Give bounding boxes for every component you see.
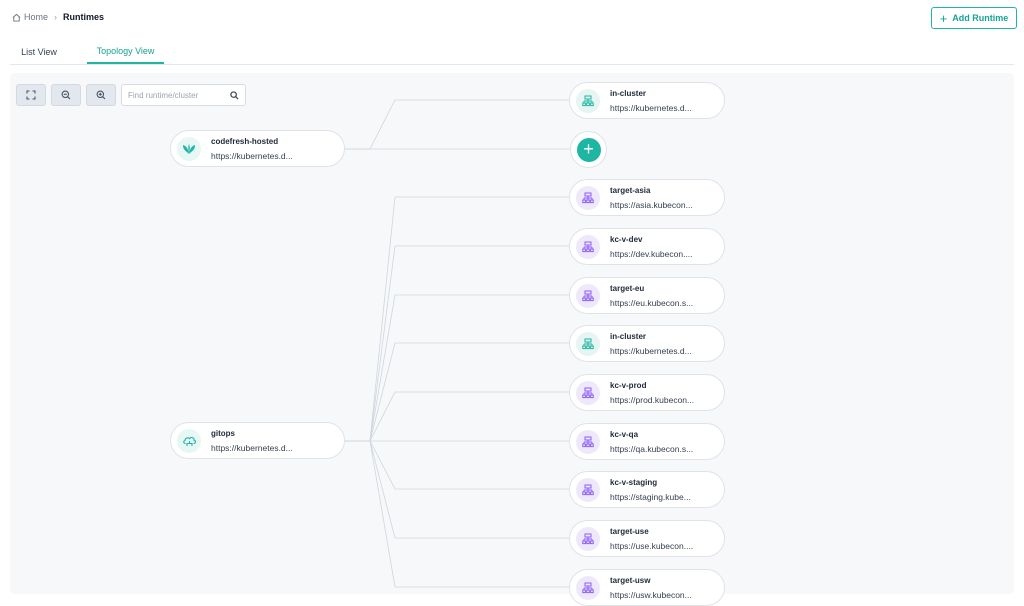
cluster-url: https://kubernetes.d... — [610, 345, 692, 356]
cluster-url: https://kubernetes.d... — [610, 102, 692, 113]
cluster-icon — [576, 234, 600, 259]
top-bar: Home › Runtimes + Add Runtime — [0, 0, 1024, 38]
cluster-node[interactable]: in-cluster https://kubernetes.d... — [569, 82, 725, 119]
search-box — [121, 84, 246, 106]
search-input[interactable] — [128, 90, 228, 100]
cluster-url: https://dev.kubecon.... — [610, 248, 693, 259]
add-runtime-label: Add Runtime — [952, 13, 1009, 23]
breadcrumb: Home › Runtimes — [12, 12, 104, 22]
cluster-node[interactable]: target-usw https://usw.kubecon... — [569, 569, 725, 606]
cluster-name: target-usw — [610, 575, 651, 585]
cluster-url: https://prod.kubecon... — [610, 394, 695, 405]
zoom-in-button[interactable] — [86, 84, 116, 106]
zoom-out-icon — [61, 90, 71, 100]
cluster-url: https://eu.kubecon.s... — [610, 297, 694, 308]
cluster-url: https://asia.kubecon... — [610, 199, 693, 210]
add-runtime-button[interactable]: + Add Runtime — [931, 7, 1017, 29]
runtime-name: gitops — [211, 428, 235, 438]
cluster-text: kc-v-prod https://prod.kubecon... — [610, 379, 694, 407]
topology-edge — [345, 196, 569, 442]
topology-edge — [345, 391, 569, 442]
cluster-icon — [576, 477, 600, 502]
plus-icon: + — [939, 10, 948, 26]
breadcrumb-separator: › — [54, 12, 58, 22]
cluster-text: target-asia https://asia.kubecon... — [610, 184, 693, 212]
runtime-url: https://kubernetes.d... — [211, 150, 293, 161]
cluster-name: kc-v-prod — [610, 380, 647, 390]
cluster-name: kc-v-qa — [610, 429, 639, 439]
cluster-name: target-use — [610, 526, 649, 536]
cluster-node[interactable]: kc-v-prod https://prod.kubecon... — [569, 374, 725, 411]
cluster-icon — [576, 380, 600, 405]
runtime-text: codefresh-hosted https://kubernetes.d... — [211, 135, 293, 163]
runtime-url: https://kubernetes.d... — [211, 442, 293, 453]
cluster-name: target-eu — [610, 283, 645, 293]
cluster-node[interactable]: target-eu https://eu.kubecon.s... — [569, 277, 725, 314]
cluster-icon — [576, 331, 600, 356]
cluster-text: target-eu https://eu.kubecon.s... — [610, 282, 693, 310]
cluster-node[interactable]: in-cluster https://kubernetes.d... — [569, 325, 725, 362]
breadcrumb-current: Runtimes — [63, 12, 105, 22]
cluster-url: https://staging.kube... — [610, 491, 691, 502]
search-icon — [230, 90, 239, 100]
cluster-text: target-use https://use.kubecon.... — [610, 525, 693, 553]
cluster-text: in-cluster https://kubernetes.d... — [610, 330, 692, 358]
cluster-name: kc-v-staging — [610, 477, 658, 487]
runtime-node[interactable]: gitops https://kubernetes.d... — [170, 422, 345, 459]
runtime-name: codefresh-hosted — [211, 136, 279, 146]
cluster-name: kc-v-dev — [610, 234, 643, 244]
cluster-node[interactable]: kc-v-qa https://qa.kubecon.s... — [569, 423, 725, 460]
topology-edge — [345, 245, 569, 442]
cluster-text: target-usw https://usw.kubecon... — [610, 574, 692, 602]
cloud-runtime-icon — [177, 428, 201, 453]
codefresh-leaf-icon — [177, 136, 201, 161]
topology-edge — [345, 99, 569, 150]
add-cluster-button[interactable]: + — [570, 131, 607, 168]
topology-edge — [345, 440, 569, 588]
cluster-icon — [576, 575, 600, 600]
view-tabs: List View Topology View — [10, 40, 1014, 65]
home-icon — [12, 13, 21, 22]
breadcrumb-home-label[interactable]: Home — [24, 12, 48, 22]
cluster-icon — [576, 526, 600, 551]
fit-view-icon — [26, 90, 36, 100]
cluster-node[interactable]: kc-v-staging https://staging.kube... — [569, 471, 725, 508]
topology-edge — [345, 294, 569, 442]
add-cluster-icon: + — [576, 137, 601, 162]
cluster-text: in-cluster https://kubernetes.d... — [610, 87, 692, 115]
cluster-name: target-asia — [610, 185, 651, 195]
cluster-text: kc-v-qa https://qa.kubecon.s... — [610, 428, 693, 456]
cluster-node[interactable]: kc-v-dev https://dev.kubecon.... — [569, 228, 725, 265]
cluster-text: kc-v-staging https://staging.kube... — [610, 476, 691, 504]
cluster-name: in-cluster — [610, 331, 647, 341]
cluster-node[interactable]: target-asia https://asia.kubecon... — [569, 179, 725, 216]
cluster-icon — [576, 185, 600, 210]
cluster-icon — [576, 429, 600, 454]
tab-topology-view[interactable]: Topology View — [87, 40, 164, 64]
runtime-node[interactable]: codefresh-hosted https://kubernetes.d... — [170, 130, 345, 167]
fit-view-button[interactable] — [16, 84, 46, 106]
topology-canvas[interactable]: codefresh-hosted https://kubernetes.d...… — [10, 73, 1014, 606]
zoom-out-button[interactable] — [51, 84, 81, 106]
runtime-text: gitops https://kubernetes.d... — [211, 427, 293, 455]
cluster-icon — [576, 88, 600, 113]
zoom-in-icon — [96, 90, 106, 100]
cluster-name: in-cluster — [610, 88, 647, 98]
cluster-node[interactable]: target-use https://use.kubecon.... — [569, 520, 725, 557]
cluster-url: https://use.kubecon.... — [610, 540, 694, 551]
topology-edges — [345, 99, 570, 588]
cluster-url: https://usw.kubecon... — [610, 589, 692, 600]
cluster-icon — [576, 283, 600, 308]
cluster-url: https://qa.kubecon.s... — [610, 443, 694, 454]
breadcrumb-home[interactable]: Home — [12, 12, 48, 22]
cluster-text: kc-v-dev https://dev.kubecon.... — [610, 233, 693, 261]
tab-list-view[interactable]: List View — [10, 40, 68, 64]
topology-edge — [345, 440, 569, 490]
